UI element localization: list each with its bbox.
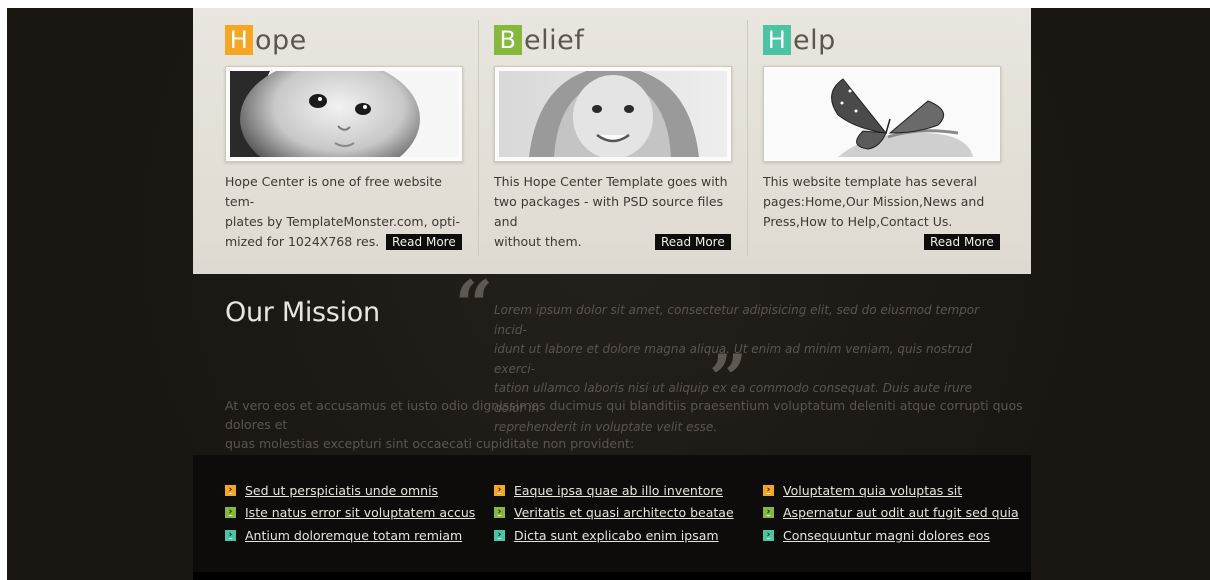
body-line: At vero eos et accusamus et iusto odio d… — [225, 398, 1023, 432]
feature-description: This website template has several pages:… — [763, 172, 1003, 252]
feature-image-frame — [494, 66, 732, 162]
link-text[interactable]: Sed ut perspiciatis unde omnis — [245, 483, 438, 498]
link-text[interactable]: Aspernatur aut odit aut fugit sed quia — [783, 505, 1019, 520]
description-line: without them. — [494, 234, 582, 249]
mission-title: Our Mission — [225, 297, 380, 328]
arrow-bullet-icon: › — [763, 507, 774, 519]
title-initial: H — [763, 25, 791, 55]
read-more-button[interactable]: Read More — [655, 234, 731, 250]
arrow-bullet-icon: › — [494, 529, 505, 541]
quote-line: Lorem ipsum dolor sit amet, consectetur … — [494, 303, 980, 337]
list-link[interactable]: › Antium doloremque totam remiam — [225, 524, 475, 547]
body-line: quas molestias excepturi sint occaecati … — [225, 436, 635, 451]
link-text[interactable]: Consequuntur magni dolores eos — [783, 528, 990, 543]
feature-description: This Hope Center Template goes with two … — [494, 172, 734, 252]
links-column: › Voluptatem quia voluptas sit › Aspernatu… — [763, 479, 1019, 547]
description-line: plates by TemplateMonster.com, opti- — [225, 214, 461, 229]
child-hood-photo — [499, 71, 727, 157]
butterfly-photo — [768, 71, 996, 157]
feature-title-hope: Hope — [225, 24, 307, 56]
description-line: two packages - with PSD source files and — [494, 194, 724, 229]
title-initial: B — [494, 25, 522, 55]
features-panel: Hope Hope Center is one of free website … — [193, 8, 1031, 274]
quote-open-icon: “ — [455, 266, 493, 344]
title-rest: elp — [793, 24, 836, 56]
description-line: Hope Center is one of free website tem- — [225, 174, 442, 209]
links-column: › Sed ut perspiciatis unde omnis › Iste na… — [225, 479, 475, 547]
list-link[interactable]: › Dicta sunt explicabo enim ipsam — [494, 524, 734, 547]
arrow-bullet-icon: › — [225, 529, 236, 541]
feature-image-frame — [763, 66, 1001, 162]
baby-face-photo — [230, 71, 458, 157]
title-initial: H — [225, 25, 253, 55]
description-line: pages:Home,Our Mission,News and — [763, 194, 985, 209]
feature-title-help: Help — [763, 24, 836, 56]
read-more-button[interactable]: Read More — [386, 234, 462, 250]
list-link[interactable]: › Veritatis et quasi architecto beatae — [494, 502, 734, 525]
link-text[interactable]: Voluptatem quia voluptas sit — [783, 483, 962, 498]
description-line: mized for 1024X768 res. — [225, 234, 380, 249]
arrow-bullet-icon: › — [225, 484, 236, 496]
arrow-bullet-icon: › — [763, 529, 774, 541]
link-text[interactable]: Antium doloremque totam remiam — [245, 528, 462, 543]
arrow-bullet-icon: › — [494, 507, 505, 519]
description-line: This website template has several — [763, 174, 977, 189]
link-text[interactable]: Eaque ipsa quae ab illo inventore — [514, 483, 723, 498]
arrow-bullet-icon: › — [225, 507, 236, 519]
arrow-bullet-icon: › — [494, 484, 505, 496]
description-line: Press,How to Help,Contact Us. — [763, 214, 953, 229]
title-rest: elief — [524, 24, 585, 56]
arrow-bullet-icon: › — [763, 484, 774, 496]
column-divider — [478, 20, 479, 256]
links-column: › Eaque ipsa quae ab illo inventore › Veri… — [494, 479, 734, 547]
link-text[interactable]: Iste natus error sit voluptatem accus — [245, 505, 475, 520]
list-link[interactable]: › Voluptatem quia voluptas sit — [763, 479, 1019, 502]
mission-body: At vero eos et accusamus et iusto odio d… — [225, 396, 1025, 453]
feature-image-frame — [225, 66, 463, 162]
links-section: › Sed ut perspiciatis unde omnis › Iste na… — [193, 455, 1031, 572]
list-link[interactable]: › Aspernatur aut odit aut fugit sed quia — [763, 502, 1019, 525]
list-link[interactable]: › Iste natus error sit voluptatem accus — [225, 502, 475, 525]
footer-strip — [193, 572, 1031, 580]
feature-description: Hope Center is one of free website tem- … — [225, 172, 465, 252]
link-text[interactable]: Dicta sunt explicabo enim ipsam — [514, 528, 719, 543]
list-link[interactable]: › Sed ut perspiciatis unde omnis — [225, 479, 475, 502]
description-line: This Hope Center Template goes with — [494, 174, 728, 189]
title-rest: ope — [255, 24, 307, 56]
list-link[interactable]: › Consequuntur magni dolores eos — [763, 524, 1019, 547]
column-divider — [747, 20, 748, 256]
list-link[interactable]: › Eaque ipsa quae ab illo inventore — [494, 479, 734, 502]
link-text[interactable]: Veritatis et quasi architecto beatae — [514, 505, 734, 520]
feature-title-belief: Belief — [494, 24, 584, 56]
read-more-button[interactable]: Read More — [924, 234, 1000, 250]
quote-line: idunt ut labore et dolore magna aliqua. … — [494, 342, 973, 376]
